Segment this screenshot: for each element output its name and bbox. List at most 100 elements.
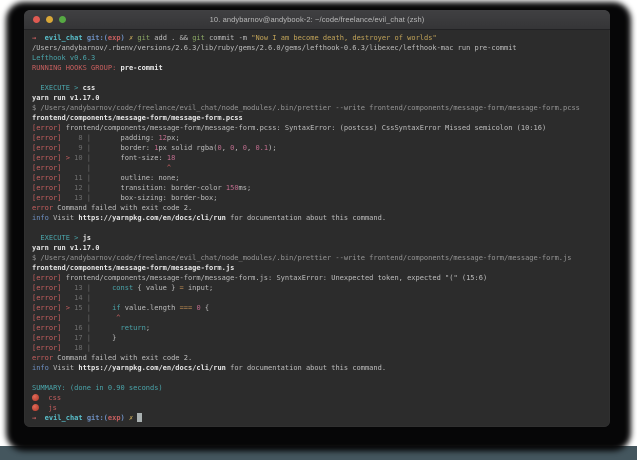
text-segment: 13 | (62, 194, 96, 202)
terminal-line: yarn run v1.17.0 (32, 243, 602, 253)
terminal-line: EXECUTE > css (32, 83, 602, 93)
terminal-line: [error] | ^ (32, 313, 602, 323)
text-segment: for documentation about this command. (226, 364, 386, 372)
terminal-line: RUNNING HOOKS GROUP: pre-commit (32, 63, 602, 73)
text-segment: frontend/components/message-form/message… (32, 264, 234, 272)
terminal-line: SUMMARY: (done in 0.90 seconds) (32, 383, 602, 393)
terminal-line (32, 223, 602, 233)
text-segment: EXECUTE > (32, 234, 83, 242)
text-segment: ^ (95, 314, 120, 322)
text-segment: Visit (49, 214, 79, 222)
text-segment: font-size: (95, 154, 167, 162)
terminal-line: frontend/components/message-form/message… (32, 263, 602, 273)
text-segment (95, 304, 112, 312)
text-segment: px; (167, 134, 180, 142)
text-segment: js (83, 234, 91, 242)
terminal-line: [error] 9 | border: 1px solid rgba(0, 0,… (32, 143, 602, 153)
text-segment: [error] (32, 324, 62, 332)
text-segment: git (192, 34, 205, 42)
text-segment: 12 | (62, 184, 96, 192)
text-segment: 11 | (62, 174, 96, 182)
text-segment: 13 | (62, 284, 96, 292)
text-segment: add . && (150, 34, 192, 42)
text-segment: frontend/components/message-form/message… (62, 124, 547, 132)
text-segment: Lefthook v0.6.3 (32, 54, 95, 62)
text-segment: 16 | (62, 324, 96, 332)
text-segment: [error] (32, 164, 62, 172)
text-segment: box-sizing: border-box; (95, 194, 217, 202)
text-segment: return (121, 324, 146, 332)
text-segment: → (32, 34, 45, 42)
text-segment: 8 | (62, 134, 96, 142)
punch-icon (32, 394, 39, 401)
text-segment: RUNNING HOOKS GROUP: (32, 64, 121, 72)
terminal-line: js (32, 403, 602, 413)
text-segment: yarn run v1.17.0 (32, 94, 99, 102)
text-segment: ); (268, 144, 276, 152)
terminal-line: $ /Users/andybarnov/code/freelance/evil_… (32, 253, 602, 263)
text-segment: === (180, 304, 193, 312)
yarn-docs-link[interactable]: https://yarnpkg.com/en/docs/cli/run (78, 214, 226, 222)
terminal-line: [error] 17 | } (32, 333, 602, 343)
text-segment: 12 (158, 134, 166, 142)
text-segment: padding: (95, 134, 158, 142)
text-segment: border: (95, 144, 154, 152)
text-segment: evil_chat (45, 414, 83, 422)
text-segment: 14 | (62, 294, 92, 302)
text-segment: SUMMARY: (done in 0.90 seconds) (32, 384, 163, 392)
text-segment: [error] (32, 344, 62, 352)
terminal-line: [error] 12 | transition: border-color 15… (32, 183, 602, 193)
text-segment: [error] (32, 274, 62, 282)
terminal-line (32, 373, 602, 383)
text-segment: for documentation about this command. (226, 214, 386, 222)
text-segment: yarn run v1.17.0 (32, 244, 99, 252)
text-segment: [error] (32, 154, 62, 162)
text-segment: [error] (32, 184, 62, 192)
terminal-line: [error] > 10 | font-size: 18 (32, 153, 602, 163)
text-segment: px solid rgba( (158, 144, 217, 152)
text-segment: ; (146, 324, 150, 332)
terminal-line: info Visit https://yarnpkg.com/en/docs/c… (32, 363, 602, 373)
text-segment: [error] (32, 334, 62, 342)
text-segment: /Users/andybarnov/.rbenv/versions/2.6.3/… (32, 44, 517, 52)
text-segment: 10 | (70, 154, 95, 162)
terminal-line: [error] > 15 | if value.length === 0 { (32, 303, 602, 313)
terminal-body[interactable]: → evil_chat git:(exp) ✗ git add . && git… (24, 30, 610, 426)
terminal-line: css (32, 393, 602, 403)
terminal-line: Lefthook v0.6.3 (32, 53, 602, 63)
text-segment: evil_chat (45, 34, 83, 42)
terminal-line: /Users/andybarnov/.rbenv/versions/2.6.3/… (32, 43, 602, 53)
text-segment: info (32, 214, 49, 222)
terminal-line (32, 73, 602, 83)
text-segment: [error] (32, 144, 62, 152)
terminal-line: [error] 18 | (32, 343, 602, 353)
terminal-line: $ /Users/andybarnov/code/freelance/evil_… (32, 103, 602, 113)
text-segment: | (62, 314, 96, 322)
text-segment: [error] (32, 314, 62, 322)
text-segment: ✗ (125, 414, 133, 422)
yarn-docs-link[interactable]: https://yarnpkg.com/en/docs/cli/run (78, 364, 226, 372)
text-segment: [error] (32, 124, 62, 132)
titlebar[interactable]: 10. andybarnov@andybook-2: ~/code/freela… (24, 10, 610, 30)
text-segment: , (222, 144, 230, 152)
terminal-line: [error] frontend/components/message-form… (32, 123, 602, 133)
text-segment: [error] (32, 194, 62, 202)
text-segment: [error] (32, 174, 62, 182)
terminal-line: [error] 11 | outline: none; (32, 173, 602, 183)
terminal-line: EXECUTE > js (32, 233, 602, 243)
text-segment: const (112, 284, 133, 292)
terminal-line: error Command failed with exit code 2. (32, 353, 602, 363)
text-segment (95, 284, 112, 292)
text-segment: → (32, 414, 45, 422)
text-segment: value.length (121, 304, 180, 312)
text-segment: git (133, 34, 150, 42)
text-segment: exp (108, 414, 121, 422)
terminal-line: [error] 13 | box-sizing: border-box; (32, 193, 602, 203)
text-segment: 18 (167, 154, 175, 162)
text-segment: commit -m (205, 34, 251, 42)
window-title: 10. andybarnov@andybook-2: ~/code/freela… (24, 15, 610, 24)
text-segment: [error] (32, 134, 62, 142)
terminal-line: [error] frontend/components/message-form… (32, 273, 602, 283)
text-segment: frontend/components/message-form/message… (32, 114, 243, 122)
terminal-line: yarn run v1.17.0 (32, 93, 602, 103)
